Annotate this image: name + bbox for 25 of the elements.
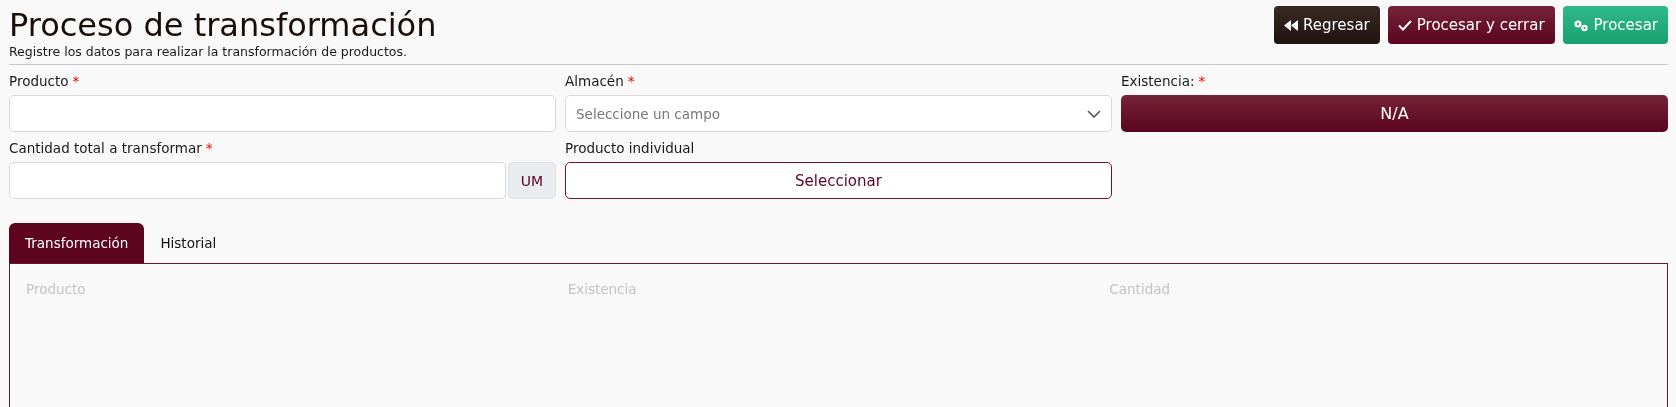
warehouse-select[interactable]: Seleccione un campo xyxy=(565,95,1112,132)
quantity-field[interactable] xyxy=(9,162,506,199)
page-subtitle: Registre los datos para realizar la transformación de productos. xyxy=(9,44,408,60)
process-close-button[interactable]: Procesar y cerrar xyxy=(1387,6,1555,44)
unit-addon: UM xyxy=(508,162,556,199)
rewind-icon xyxy=(1284,19,1299,31)
check-icon xyxy=(1397,19,1412,31)
field-label: Existencia: xyxy=(1121,73,1195,90)
product-field[interactable] xyxy=(9,95,556,132)
stock-display: N/A xyxy=(1121,95,1668,132)
required-mark: * xyxy=(627,73,635,90)
field-label: Producto xyxy=(9,73,69,90)
back-button[interactable]: Regresar xyxy=(1274,6,1380,44)
required-mark: * xyxy=(205,140,213,157)
field-label: Almacén xyxy=(565,73,624,90)
required-mark: * xyxy=(72,73,80,90)
tab[interactable]: Transformación xyxy=(9,223,145,263)
select-button[interactable]: Seleccionar xyxy=(565,162,1112,199)
tab[interactable]: Historial xyxy=(144,223,233,263)
field-label: Producto individual xyxy=(565,140,695,157)
chevron-down-icon xyxy=(1087,109,1101,118)
required-mark: * xyxy=(1198,73,1206,90)
page-title: Proceso de transformación xyxy=(9,6,437,44)
gears-icon xyxy=(1572,18,1589,32)
field-label: Cantidad total a transformar xyxy=(9,140,202,157)
